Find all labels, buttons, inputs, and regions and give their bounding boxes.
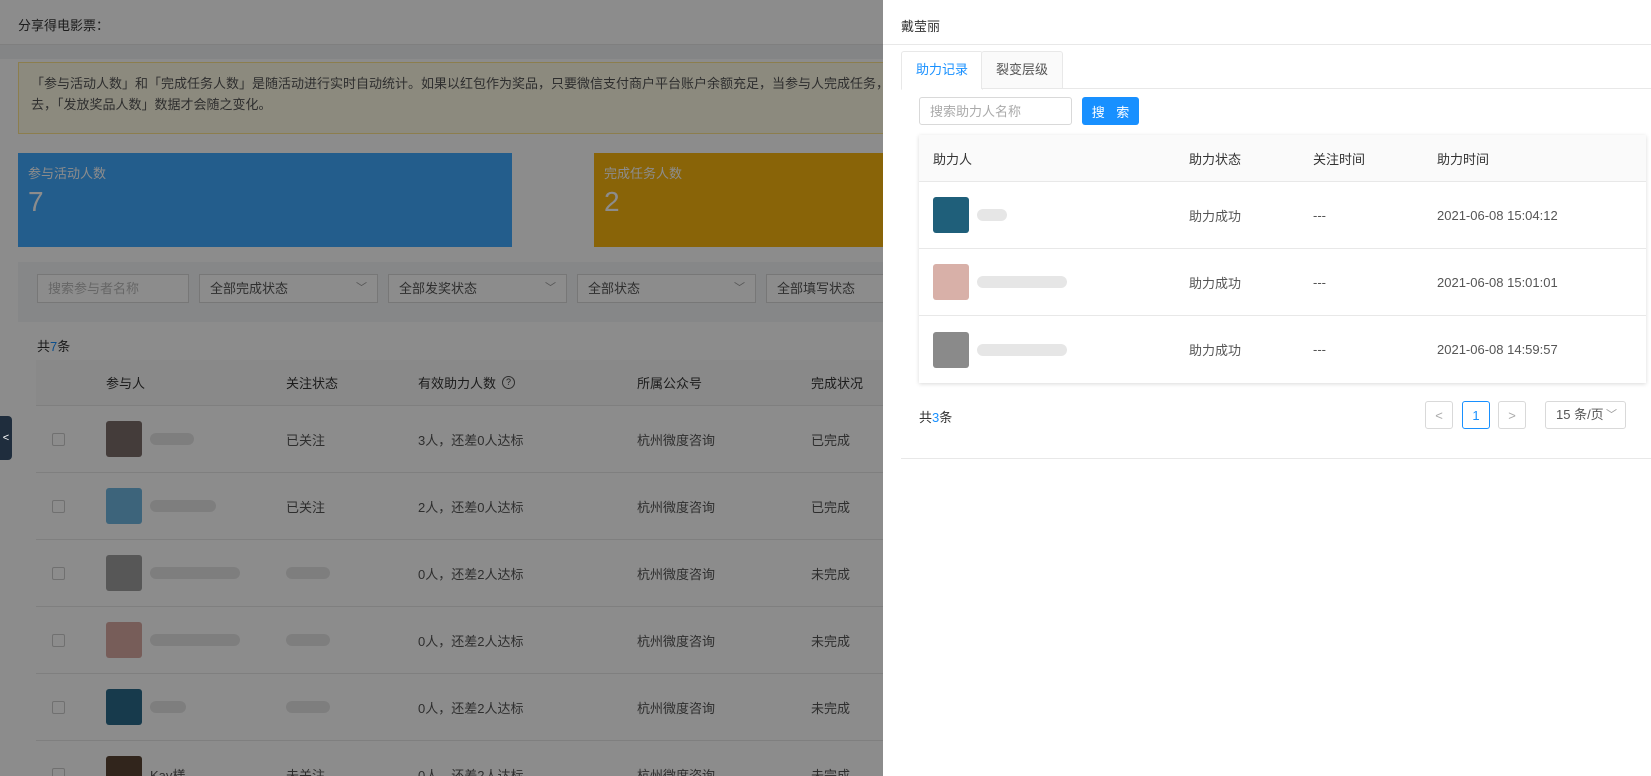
table-header: 助力人 助力状态 关注时间 助力时间	[919, 135, 1646, 182]
blurred-name	[977, 276, 1067, 288]
blurred-name	[977, 343, 1067, 356]
total-suffix: 条	[939, 410, 953, 425]
help-status: 助力成功	[1189, 343, 1242, 358]
column-header: 助力人	[933, 151, 973, 167]
page-size-value: 15 条/页	[1556, 407, 1604, 422]
chevron-left-icon: <	[2, 432, 10, 444]
column-header: 关注时间	[1313, 151, 1366, 167]
table-row: 助力成功 --- 2021-06-08 15:04:12	[919, 182, 1646, 249]
drawer-panel: 助力记录 裂变层级 搜 索 助力人 助力状态 关注时间 助力时间 助力成功 --…	[901, 51, 1651, 459]
help-time: 2021-06-08 15:01:01	[1437, 274, 1558, 290]
table-row: 助力成功 --- 2021-06-08 15:01:01	[919, 249, 1646, 316]
follow-time: ---	[1313, 274, 1326, 290]
column-header: 助力状态	[1189, 151, 1242, 167]
follow-time: ---	[1313, 342, 1326, 357]
column-header: 助力时间	[1437, 151, 1490, 167]
tab-help-records[interactable]: 助力记录	[901, 51, 984, 90]
detail-drawer: 戴莹丽 助力记录 裂变层级 搜 索 助力人 助力状态 关注时间 助力时间 助力成…	[883, 0, 1651, 776]
table-row: 助力成功 --- 2021-06-08 14:59:57	[919, 316, 1646, 383]
avatar	[933, 331, 969, 368]
prev-page-button[interactable]: <	[1425, 401, 1453, 429]
help-status: 助力成功	[1189, 208, 1242, 224]
helper-total: 共3条	[919, 407, 952, 426]
blurred-name	[977, 209, 1007, 221]
chevron-down-icon: ﹀	[1606, 409, 1617, 421]
help-status: 助力成功	[1189, 275, 1242, 291]
avatar	[933, 197, 969, 233]
tab-fission-levels[interactable]: 裂变层级	[981, 51, 1064, 89]
page-size-select[interactable]: 15 条/页 ﹀	[1545, 401, 1626, 429]
total-prefix: 共	[919, 410, 933, 425]
collapse-sidebar-button[interactable]: <	[0, 416, 12, 460]
search-button[interactable]: 搜 索	[1082, 97, 1139, 125]
follow-time: ---	[1313, 207, 1326, 223]
help-time: 2021-06-08 15:04:12	[1437, 207, 1558, 223]
drawer-title: 戴莹丽	[883, 0, 1651, 45]
tab-bar: 助力记录 裂变层级	[901, 51, 1651, 90]
helper-table: 助力人 助力状态 关注时间 助力时间 助力成功 --- 2021-06-08 1…	[919, 135, 1646, 383]
helper-search-input[interactable]	[919, 97, 1072, 125]
page-1-button[interactable]: 1	[1462, 401, 1490, 429]
avatar	[933, 264, 969, 300]
help-time: 2021-06-08 14:59:57	[1437, 342, 1558, 357]
next-page-button[interactable]: >	[1498, 401, 1526, 429]
